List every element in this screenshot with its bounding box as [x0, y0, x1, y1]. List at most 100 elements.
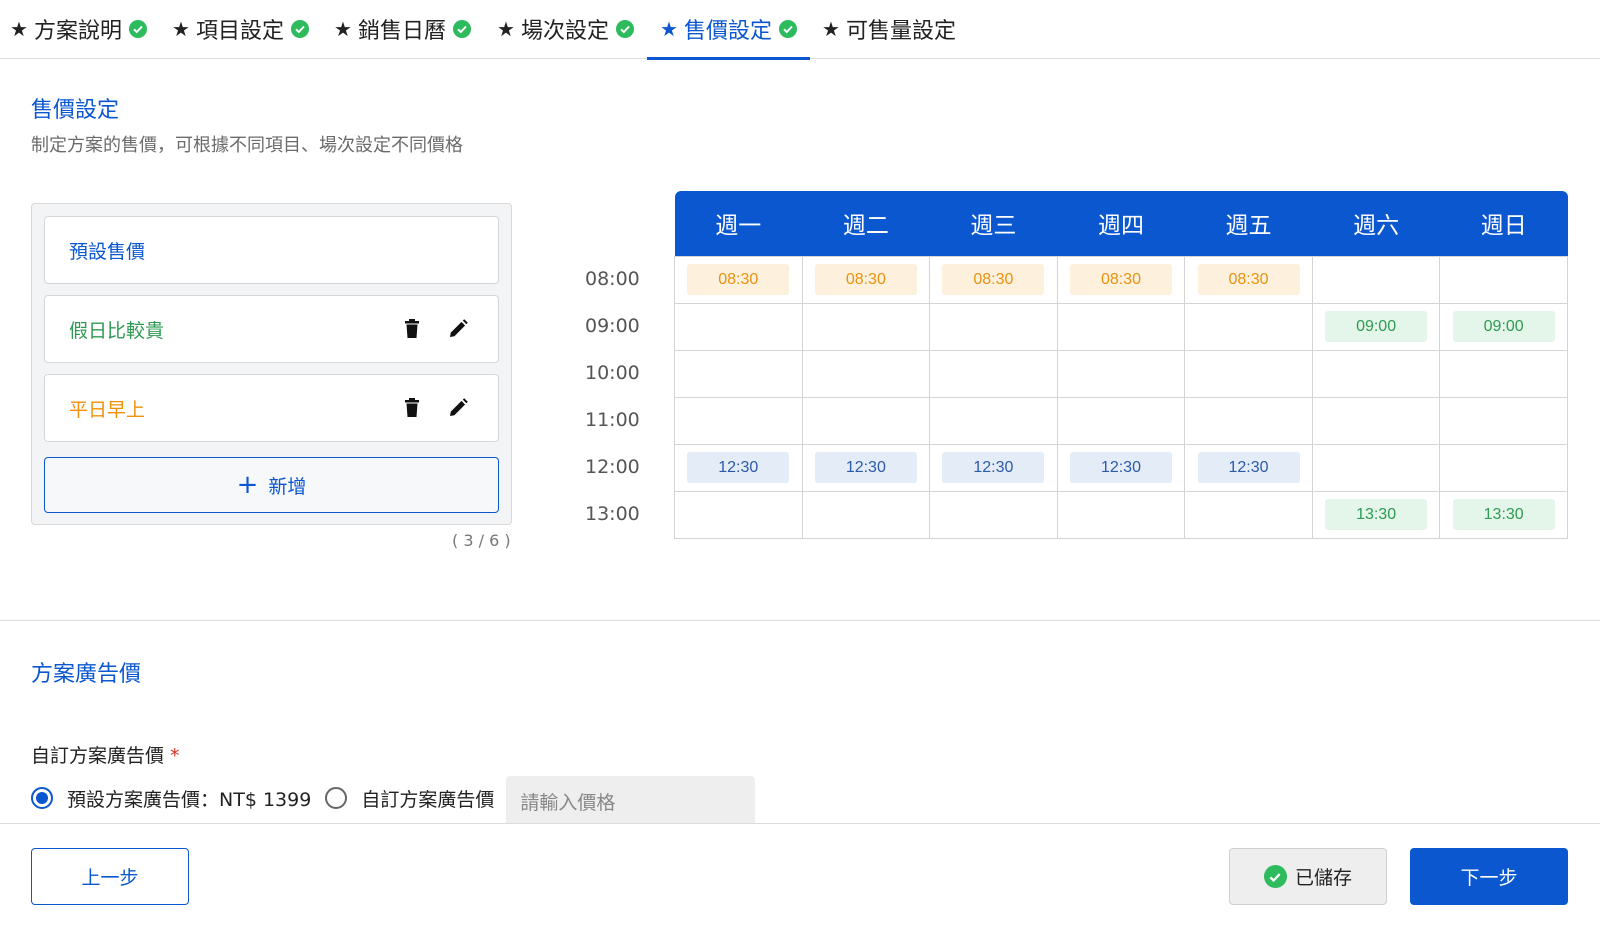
schedule-cell[interactable]: [674, 396, 803, 445]
schedule-row: [674, 349, 1568, 398]
schedule-cell[interactable]: [1439, 255, 1568, 304]
star-icon: ★: [660, 17, 678, 41]
check-circle-icon: [1263, 865, 1287, 888]
schedule-cell[interactable]: [1311, 255, 1441, 304]
schedule-cell[interactable]: 08:30: [929, 255, 1058, 304]
add-price-button[interactable]: + 新增: [44, 457, 499, 513]
schedule-cell[interactable]: [1311, 349, 1441, 398]
tab-price-settings[interactable]: ★ 售價設定: [647, 0, 810, 60]
saved-status-button[interactable]: 已儲存: [1229, 848, 1387, 905]
session-slot[interactable]: 13:30: [1325, 499, 1428, 530]
schedule-cell[interactable]: 12:30: [674, 443, 803, 492]
price-item-holiday[interactable]: 假日比較貴: [44, 295, 499, 363]
tab-plan-description[interactable]: ★ 方案說明: [10, 0, 147, 58]
ad-price-options: 預設方案廣告價：NT$ 1399 自訂方案廣告價: [31, 776, 756, 832]
schedule-cell[interactable]: [1311, 396, 1441, 445]
tab-label: 場次設定: [520, 19, 609, 44]
schedule-cell[interactable]: [1439, 443, 1568, 492]
session-slot[interactable]: 13:30: [1452, 499, 1555, 530]
price-item-weekday-morning[interactable]: 平日早上: [44, 374, 499, 442]
session-slot[interactable]: 12:30: [1069, 452, 1172, 483]
schedule-cell[interactable]: [1311, 443, 1441, 492]
trash-icon[interactable]: [402, 397, 422, 419]
step-tabs: ★ 方案說明 ★ 項目設定 ★ 銷售日曆 ★ 場次設定 ★ 售價設定 ★ 可售量…: [0, 0, 1600, 60]
schedule-cell[interactable]: 08:30: [1056, 255, 1186, 304]
schedule-cell[interactable]: [929, 302, 1058, 351]
schedule-cell[interactable]: [674, 490, 803, 539]
schedule-row: 13:30 13:30: [674, 490, 1568, 539]
day-header: 週二: [802, 191, 930, 256]
radio-default-ad-price[interactable]: [31, 787, 53, 809]
session-slot[interactable]: 12:30: [687, 452, 790, 483]
schedule-cell[interactable]: 12:30: [929, 443, 1058, 492]
tab-session-settings[interactable]: ★ 場次設定: [497, 0, 634, 58]
pencil-icon[interactable]: [448, 318, 468, 340]
tab-label: 售價設定: [683, 19, 772, 44]
schedule-cell[interactable]: [674, 349, 803, 398]
schedule-body: 08:30 08:30 08:30 08:30 08:30 09:00 09:00 12:30…: [674, 255, 1568, 539]
schedule-cell[interactable]: [929, 490, 1058, 539]
session-slot[interactable]: 12:30: [814, 452, 917, 483]
tab-label: 方案說明: [33, 19, 122, 44]
schedule-cell[interactable]: 09:00: [1439, 302, 1568, 351]
time-label: 09:00: [585, 315, 640, 337]
session-slot[interactable]: 08:30: [1069, 264, 1172, 295]
schedule-cell[interactable]: [801, 396, 931, 445]
session-slot[interactable]: 08:30: [942, 264, 1045, 295]
schedule-cell[interactable]: [801, 349, 931, 398]
schedule-cell[interactable]: [1184, 349, 1313, 398]
tab-availability-settings[interactable]: ★ 可售量設定: [822, 0, 956, 58]
schedule-cell[interactable]: [929, 396, 1058, 445]
schedule-cell[interactable]: 13:30: [1439, 490, 1568, 539]
schedule-cell[interactable]: 08:30: [1184, 255, 1313, 304]
star-icon: ★: [334, 17, 352, 41]
schedule-cell[interactable]: 08:30: [674, 255, 803, 304]
schedule-cell[interactable]: [1184, 490, 1313, 539]
session-slot[interactable]: 09:00: [1452, 311, 1555, 342]
check-circle-icon: [778, 20, 797, 38]
session-slot[interactable]: 12:30: [942, 452, 1045, 483]
schedule-cell[interactable]: [1184, 396, 1313, 445]
schedule-cell[interactable]: [801, 302, 931, 351]
previous-step-button[interactable]: 上一步: [31, 848, 189, 905]
schedule-cell[interactable]: 12:30: [1184, 443, 1313, 492]
schedule-cell[interactable]: 13:30: [1311, 490, 1441, 539]
schedule-cell[interactable]: [1439, 349, 1568, 398]
tab-sales-calendar[interactable]: ★ 銷售日曆: [334, 0, 471, 58]
price-count: ( 3 / 6 ): [452, 531, 511, 550]
plus-icon: +: [236, 470, 259, 500]
star-icon: ★: [497, 17, 515, 41]
tab-label: 項目設定: [195, 19, 284, 44]
price-item-default[interactable]: 預設售價: [44, 216, 499, 284]
session-slot[interactable]: 08:30: [687, 264, 790, 295]
schedule-cell[interactable]: [1184, 302, 1313, 351]
schedule-cell[interactable]: 09:00: [1311, 302, 1441, 351]
schedule-cell[interactable]: [929, 349, 1058, 398]
session-slot[interactable]: 08:30: [1197, 264, 1300, 295]
schedule-cell[interactable]: [801, 490, 931, 539]
day-header: 週六: [1312, 191, 1440, 256]
session-slot[interactable]: 09:00: [1325, 311, 1428, 342]
schedule-cell[interactable]: [1056, 396, 1186, 445]
schedule-row: 08:30 08:30 08:30 08:30 08:30: [674, 255, 1568, 304]
tab-item-settings[interactable]: ★ 項目設定: [172, 0, 309, 58]
schedule-cell[interactable]: 08:30: [801, 255, 931, 304]
footer-bar: 上一步 已儲存 下一步: [0, 823, 1600, 926]
session-slot[interactable]: 12:30: [1197, 452, 1300, 483]
schedule-cell[interactable]: 12:30: [1056, 443, 1186, 492]
schedule-row: 12:30 12:30 12:30 12:30 12:30: [674, 443, 1568, 492]
check-circle-icon: [290, 20, 309, 38]
schedule-cell[interactable]: [674, 302, 803, 351]
price-item-actions: [402, 318, 468, 340]
schedule-cell[interactable]: 12:30: [801, 443, 931, 492]
next-step-button[interactable]: 下一步: [1410, 848, 1568, 905]
schedule-cell[interactable]: [1056, 490, 1186, 539]
day-header: 週五: [1184, 191, 1313, 256]
pencil-icon[interactable]: [448, 397, 468, 419]
schedule-cell[interactable]: [1056, 349, 1186, 398]
radio-custom-ad-price[interactable]: [325, 787, 348, 809]
trash-icon[interactable]: [402, 318, 422, 340]
schedule-cell[interactable]: [1439, 396, 1568, 445]
session-slot[interactable]: 08:30: [814, 264, 917, 295]
schedule-cell[interactable]: [1056, 302, 1186, 351]
